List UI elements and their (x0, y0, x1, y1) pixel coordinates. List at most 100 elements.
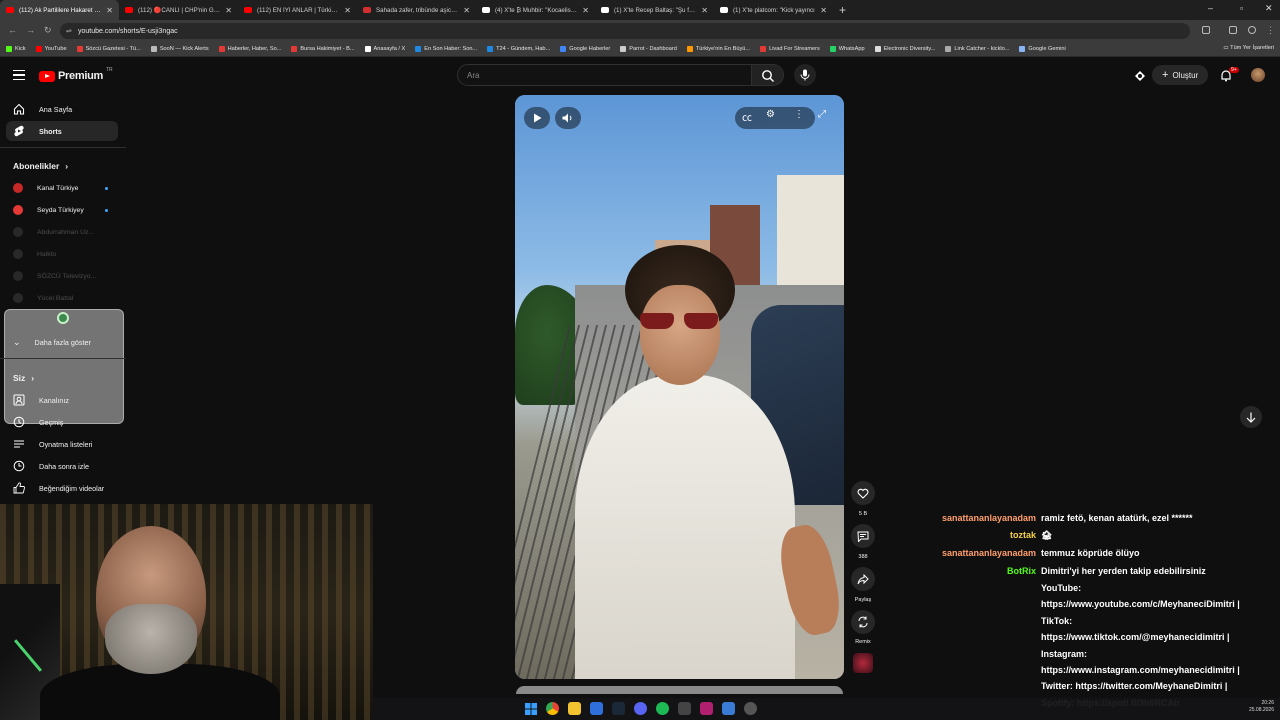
account-avatar[interactable] (1251, 68, 1265, 82)
remix-button[interactable] (851, 610, 875, 634)
windows-start-icon[interactable] (525, 702, 538, 715)
app-icon[interactable] (590, 702, 603, 715)
file-explorer-icon[interactable] (568, 702, 581, 715)
next-short-preview[interactable] (516, 686, 843, 694)
tab-close-icon[interactable]: ✕ (582, 6, 589, 15)
captions-icon[interactable]: ㏄ (742, 109, 752, 124)
bookmark-favicon-icon (620, 46, 627, 52)
you-heading[interactable]: Siz › (13, 373, 34, 383)
discord-icon[interactable] (634, 702, 647, 715)
bookmark-link[interactable]: T24 - Gündem, Hab... (487, 46, 550, 52)
sidebar-item-history[interactable]: Geçmiş (6, 412, 118, 432)
bookmark-link[interactable]: SooN — Kick Alerts (150, 46, 209, 52)
search-input[interactable]: Ara (457, 64, 752, 86)
sidebar-item-home[interactable]: Ana Sayfa (6, 99, 118, 119)
sidebar-icon[interactable] (1229, 26, 1237, 34)
all-bookmarks-link[interactable]: ▭ Tüm Yer İşaretleri (1223, 45, 1274, 51)
show-more-button[interactable]: ⌄ Daha fazla göster (6, 332, 118, 352)
back-icon[interactable]: ← (8, 25, 17, 35)
new-tab-button[interactable]: + (839, 3, 846, 17)
like-button[interactable] (851, 481, 875, 505)
browser-tab[interactable]: (4) X'te ₿ Muhbir: "Kocaelispo ✕ (476, 0, 595, 20)
tab-close-icon[interactable]: ✕ (820, 6, 827, 15)
subscription-item[interactable]: Yücel Battal (6, 288, 118, 308)
streaming-app-icon[interactable] (700, 702, 713, 715)
sidebar-item-watch-later[interactable]: Daha sonra izle (6, 456, 118, 476)
create-button[interactable]: + Oluştur (1152, 65, 1209, 85)
bookmark-link[interactable]: Sözcü Gazetesi - Tü... (76, 46, 141, 52)
show-more-label: Daha fazla göster (34, 337, 91, 347)
close-window-button[interactable]: ✕ (1265, 3, 1273, 14)
channel-avatar (13, 205, 23, 215)
bookmark-link[interactable]: Türkiye'nin En Büyü... (686, 46, 750, 52)
cast-icon[interactable] (1134, 70, 1146, 82)
subscription-item[interactable]: Seyda Türkiyey (6, 200, 118, 220)
browser-menu-icon[interactable]: ⋮ (1266, 25, 1275, 36)
settings-gear-icon[interactable]: ⚙ (766, 109, 775, 120)
browser-tab[interactable]: (1) X'te Recep Baltaş: "Şu firma ✕ (595, 0, 714, 20)
subscription-item[interactable]: Halkto (6, 244, 118, 264)
forward-icon[interactable]: → (26, 25, 35, 35)
bookmark-link[interactable]: WhatsApp (829, 46, 865, 52)
site-info-icon[interactable]: ⇌ (66, 27, 72, 35)
tab-close-icon[interactable]: ✕ (701, 6, 708, 15)
bookmark-link[interactable]: Link Catcher - kicklo... (945, 46, 1009, 52)
subscription-item[interactable]: Abdurrahman Uz... (6, 222, 118, 242)
calculator-icon[interactable] (678, 702, 691, 715)
subscription-label: Seyda Türkiyey (37, 206, 84, 214)
bookmark-link[interactable]: Anasayfa / X (364, 46, 405, 52)
bookmark-link[interactable]: Bursa Hakimiyet - B... (291, 46, 355, 52)
sidebar-item-liked-videos[interactable]: Beğendiğim videolar (6, 478, 118, 498)
subscription-item[interactable]: SÖZCÜ Televizyo... (6, 266, 118, 286)
bookmark-favicon-icon (1019, 46, 1026, 52)
browser-tab[interactable]: Sahada zafer, tribünde aşic Har ✕ (357, 0, 476, 20)
sound-thumbnail[interactable] (853, 653, 873, 673)
sidebar-item-your-channel[interactable]: Kanalınız (6, 390, 118, 410)
browser-tab[interactable]: (112) 🔴CANLI | CHP'nin Genel B ✕ (119, 0, 238, 20)
comments-button[interactable] (851, 524, 875, 548)
voice-search-button[interactable] (794, 64, 816, 86)
maximize-button[interactable]: ▫ (1240, 3, 1243, 13)
extensions-icon[interactable] (1202, 26, 1210, 34)
bookmark-link[interactable]: Parrot - Dashboard (620, 46, 677, 52)
profile-icon[interactable] (1248, 26, 1256, 34)
shorts-video-player[interactable]: ㏄ ⚙ ⋮ ⤢ (515, 95, 844, 679)
fullscreen-icon[interactable]: ⤢ (818, 109, 826, 120)
settings-icon[interactable] (744, 702, 757, 715)
app-icon[interactable] (722, 702, 735, 715)
bookmark-link[interactable]: Google Haberler (560, 46, 610, 52)
bookmark-link[interactable]: Kick (6, 46, 26, 52)
tab-close-icon[interactable]: ✕ (344, 6, 351, 15)
bookmark-link[interactable]: Electronic Diversity... (874, 46, 935, 52)
bookmark-link[interactable]: YouTube (35, 46, 67, 52)
bookmark-link[interactable]: Haberler, Haber, So... (218, 46, 281, 52)
subscriptions-heading[interactable]: Abonelikler › (13, 161, 68, 171)
share-button[interactable] (851, 567, 875, 591)
url-field[interactable]: ⇌ youtube.com/shorts/E-usji3ngac (60, 23, 1190, 39)
subscription-item[interactable]: Kanal Türkiye (6, 178, 118, 198)
tab-close-icon[interactable]: ✕ (463, 6, 470, 15)
next-video-button[interactable] (1240, 406, 1262, 428)
bookmark-link[interactable]: Livad For Streamers (760, 46, 820, 52)
more-options-icon[interactable]: ⋮ (794, 109, 804, 120)
sidebar-item-shorts[interactable]: Shorts (6, 121, 118, 141)
reload-icon[interactable]: ↻ (44, 25, 52, 36)
browser-tab[interactable]: (112) Ak Partililere Hakaret Edi ✕ (0, 0, 119, 20)
browser-tab[interactable]: (112) EN İYİ ANLAR | Türkiye - S ✕ (238, 0, 357, 20)
sidebar-item-playlists[interactable]: Oynatma listeleri (6, 434, 118, 454)
bookmark-link[interactable]: Google Gemini (1019, 46, 1066, 52)
system-tray[interactable]: 20:26 25.08.2026 (1249, 700, 1274, 714)
spotify-icon[interactable] (656, 702, 669, 715)
steam-icon[interactable] (612, 702, 625, 715)
minimize-button[interactable]: – (1208, 3, 1213, 13)
volume-button[interactable] (555, 107, 581, 129)
tab-close-icon[interactable]: ✕ (106, 6, 113, 15)
bookmark-link[interactable]: En Son Haber: Son... (415, 46, 477, 52)
play-button[interactable] (524, 107, 550, 129)
hamburger-menu-icon[interactable] (13, 70, 25, 80)
browser-tab[interactable]: (1) X'te platcom: "Kick yayıncı ✕ (714, 0, 833, 20)
search-button[interactable] (752, 64, 784, 86)
chrome-icon[interactable] (546, 702, 559, 715)
tab-close-icon[interactable]: ✕ (225, 6, 232, 15)
youtube-logo[interactable]: Premium TR (39, 67, 113, 82)
